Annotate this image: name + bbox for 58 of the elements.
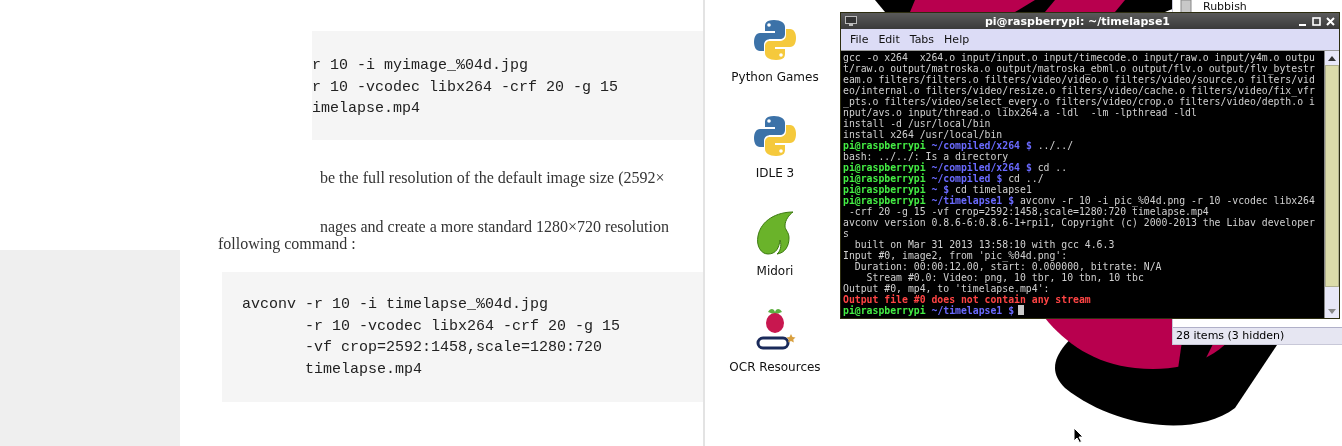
terminal-output-line: built on Mar 31 2013 13:58:10 with gcc 4.6.3 (853, 239, 1116, 250)
terminal-output-line: eam.o filters/filters.o filters/video/video.o filters/video/source.o filters/vid (843, 74, 1316, 85)
terminal-error-line: Output file #0 does not contain any stream (843, 294, 1092, 305)
terminal-icon (845, 16, 857, 26)
python-logo-icon (753, 18, 797, 62)
terminal-output-line: install x264 /usr/local/bin (843, 129, 1004, 140)
terminal-prompt-line: pi@raspberrypi ~/timelapse1 $ avconv -r 10 -i pic_%04d.png -r 10 -vcodec libx264 (843, 195, 1316, 206)
scroll-down-icon[interactable] (1328, 308, 1336, 314)
terminal-output-line: Duration: 00:00:12.00, start: 0.000000, bitrate: N/A (853, 261, 1163, 272)
scrollbar[interactable] (1324, 51, 1339, 318)
terminal-output-line: s (843, 228, 850, 239)
python-logo-icon (753, 114, 797, 158)
desktop-icon-label[interactable]: Python Games (731, 70, 819, 84)
article-paragraph: following command : (218, 235, 356, 255)
terminal-output-line: Stream #0.0: Video: png, 10 tbr, 10 tbn, 10 tbc (866, 272, 1145, 283)
terminal-output-line: Input #0, image2, from 'pic_%04d.png': (843, 250, 1068, 261)
terminal-output-line: eo/internal.o filters/video/resize.o filters/video/cache.o filters/video/fix_vfr (843, 85, 1316, 96)
status-bar: 28 items (3 hidden) (1173, 327, 1342, 344)
terminal-output-line: gcc -o x264 x264.o input/input.o input/timecode.o input/raw.o input/y4m.o outpu (843, 52, 1316, 63)
terminal-prompt-line: pi@raspberrypi ~/compiled/x264 $ ../../ (843, 140, 1075, 151)
terminal-output-line: bash: ../../: Is a directory (843, 151, 1009, 162)
terminal-output-line: t/raw.o output/matroska.o output/matroska_ebml.o output/flv.o output/flv_bytestr (843, 63, 1316, 74)
desktop-icon-label[interactable]: Midori (756, 264, 794, 278)
window-title: pi@raspberrypi: ~/timelapse1 (983, 14, 1172, 28)
terminal-prompt-line: pi@raspberrypi ~/compiled $ cd ../ (843, 173, 1045, 184)
mouse-pointer-icon (1073, 427, 1084, 443)
close-icon[interactable] (1326, 16, 1335, 26)
leaf-icon (755, 210, 795, 256)
terminal-output-line: -crf 20 -g 15 -vf crop=2592:1458,scale=1280:720 timelapse.mp4 (847, 206, 1210, 217)
file-item-label[interactable]: Rubbish (1203, 0, 1247, 13)
terminal-output-line: Output #0, mp4, to 'timelapse.mp4': (843, 283, 1051, 294)
code-line: -vf crop=2592:1458,scale=1280:720 (305, 338, 604, 358)
terminal-output-line: avconv version 0.8.6-6:0.8.6-1+rpi1, Copyright (c) 2000-2013 the Libav developer (843, 217, 1316, 228)
terminal-output-line: install -d /usr/local/bin (843, 118, 992, 129)
terminal-prompt-line: pi@raspberrypi ~/timelapse1 $ (843, 305, 1324, 316)
code-line: imelapse.mp4 (312, 99, 422, 119)
code-line: -r 10 -vcodec libx264 -crf 20 -g 15 (305, 316, 622, 337)
maximize-icon[interactable] (1312, 16, 1321, 26)
scroll-thumb[interactable] (1325, 65, 1339, 287)
text-cursor-icon (1018, 305, 1025, 315)
terminal-output-line: _pts.o filters/video/select_every.o filters/video/crop.o filters/video/depth.o i (843, 96, 1316, 107)
desktop-icon-label[interactable]: IDLE 3 (755, 166, 795, 180)
menu-item[interactable]: Help (939, 33, 975, 46)
menu-item[interactable]: Edit (873, 33, 905, 46)
article-paragraph: be the full resolution of the default image size (2592× (320, 168, 665, 189)
scroll-up-icon[interactable] (1328, 55, 1336, 61)
code-command: avconv (242, 295, 296, 315)
terminal-output-line: nput/avs.o input/thread.o libx264.a -ldl -lm -lpthread -ldl (843, 107, 1198, 118)
menu-item[interactable]: Tabs (904, 33, 940, 46)
code-line: r 10 -i myimage_%04d.jpg (312, 56, 530, 76)
code-line: -r 10 -i timelapse_%04d.jpg (305, 295, 550, 315)
code-line: timelapse.mp4 (305, 359, 424, 380)
article-paragraph: nages and create a more standard 1280×720 resolution (320, 217, 669, 237)
terminal-prompt-line: pi@raspberrypi ~ $ cd timelapse1 (843, 184, 1033, 195)
menu-item[interactable]: File (845, 33, 874, 46)
desktop-icon-label[interactable]: OCR Resources (729, 360, 821, 374)
code-line: r 10 -vcodec libx264 -crf 20 -g 15 (312, 77, 620, 98)
terminal-prompt-line: pi@raspberrypi ~/compiled/x264 $ cd .. (843, 162, 1069, 173)
